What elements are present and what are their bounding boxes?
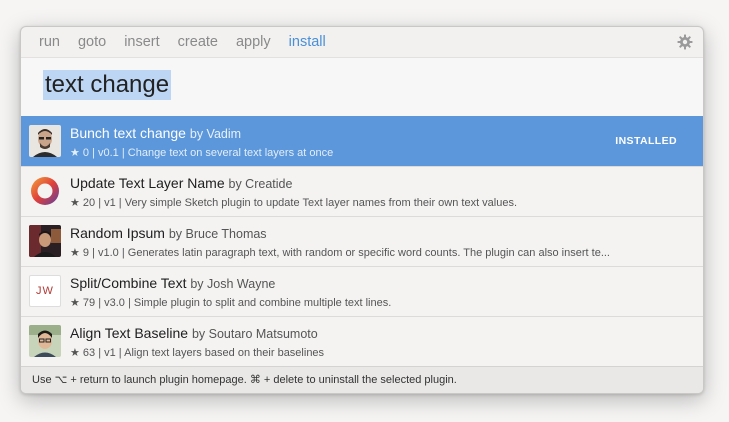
avatar-photo-icon — [29, 325, 61, 357]
list-item[interactable]: JW Split/Combine Text by Josh Wayne ★ 79… — [21, 266, 703, 316]
plugin-author: by Josh Wayne — [190, 277, 276, 291]
plugin-launcher-panel: run goto insert create apply install tex… — [20, 26, 704, 394]
list-item[interactable]: Bunch text change by Vadim ★ 0 | v0.1 | … — [21, 116, 703, 166]
plugin-title: Random Ipsum by Bruce Thomas — [70, 225, 267, 241]
plugin-meta: ★ 79 | v3.0 | Simple plugin to split and… — [70, 297, 392, 309]
plugin-author: by Vadim — [189, 127, 242, 141]
tab-create[interactable]: create — [178, 27, 218, 57]
installed-badge: INSTALLED — [615, 135, 677, 147]
tab-apply[interactable]: apply — [236, 27, 271, 57]
list-item[interactable]: Update Text Layer Name by Creatide ★ 20 … — [21, 166, 703, 216]
jw-logo-icon: JW — [29, 275, 61, 307]
plugin-name: Split/Combine Text — [70, 275, 187, 291]
plugin-author: by Bruce Thomas — [168, 227, 267, 241]
tab-goto[interactable]: goto — [78, 27, 106, 57]
avatar-photo-icon — [29, 225, 61, 257]
gear-icon[interactable] — [677, 34, 693, 50]
plugin-author: by Soutaro Matsumoto — [191, 327, 318, 341]
plugin-meta: ★ 9 | v1.0 | Generates latin paragraph t… — [70, 247, 610, 259]
plugin-meta: ★ 20 | v1 | Very simple Sketch plugin to… — [70, 197, 518, 209]
command-tabs: run goto insert create apply install — [21, 27, 703, 57]
ring-logo-icon — [29, 175, 61, 207]
plugin-name: Bunch text change — [70, 125, 186, 141]
shortcut-hint: Use ⌥ + return to launch plugin homepage… — [21, 366, 703, 393]
list-item[interactable]: Random Ipsum by Bruce Thomas ★ 9 | v1.0 … — [21, 216, 703, 266]
plugin-name: Align Text Baseline — [70, 325, 189, 341]
tab-insert[interactable]: insert — [124, 27, 159, 57]
avatar-photo-icon — [29, 125, 61, 157]
plugin-title: Bunch text change by Vadim — [70, 125, 241, 141]
plugin-name: Random Ipsum — [70, 225, 165, 241]
plugin-meta: ★ 0 | v0.1 | Change text on several text… — [70, 147, 334, 159]
plugin-author: by Creatide — [228, 177, 293, 191]
search-field[interactable]: text change — [21, 57, 703, 117]
plugin-title: Split/Combine Text by Josh Wayne — [70, 275, 275, 291]
list-item[interactable]: Align Text Baseline by Soutaro Matsumoto… — [21, 316, 703, 366]
tab-install[interactable]: install — [289, 27, 326, 57]
plugin-title: Align Text Baseline by Soutaro Matsumoto — [70, 325, 318, 341]
tab-run[interactable]: run — [39, 27, 60, 57]
search-input[interactable]: text change — [43, 70, 172, 100]
plugin-meta: ★ 63 | v1 | Align text layers based on t… — [70, 347, 325, 359]
jw-logo-text: JW — [36, 285, 54, 297]
plugin-name: Update Text Layer Name — [70, 175, 225, 191]
results-list: Bunch text change by Vadim ★ 0 | v0.1 | … — [21, 116, 703, 366]
plugin-title: Update Text Layer Name by Creatide — [70, 175, 292, 191]
